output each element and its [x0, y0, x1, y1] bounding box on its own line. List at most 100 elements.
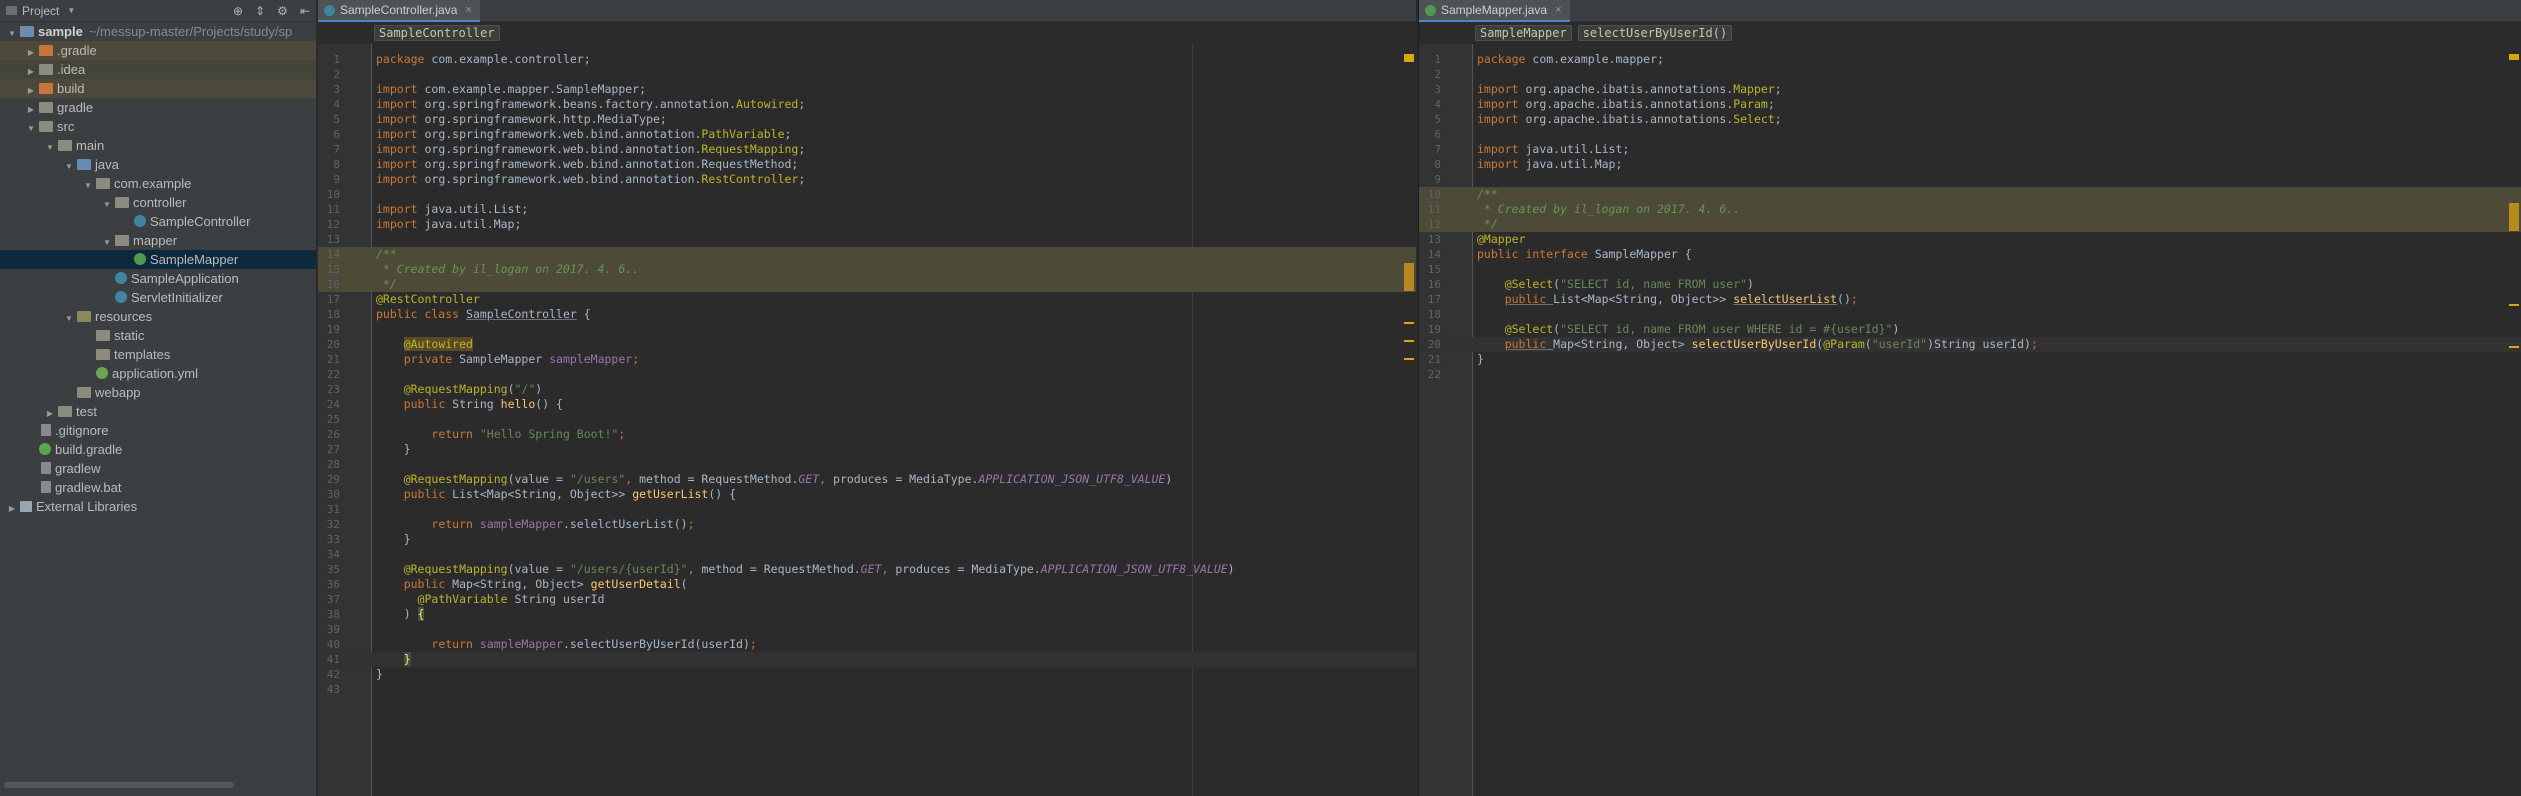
warning-marker[interactable] [1404, 340, 1414, 342]
code-line[interactable]: 23 @RequestMapping("/") [318, 382, 1416, 397]
code-editor[interactable]: 1 package com.example.mapper; 2 3 import org… [1419, 44, 2521, 796]
code-line[interactable]: 30 public List<Map<String, Object>> getU… [318, 487, 1416, 502]
code-line[interactable]: 11 * Created by il_logan on 2017. 4. 6.. [1419, 202, 2521, 217]
code-line[interactable]: 4 import org.apache.ibatis.annotations.Pa… [1419, 97, 2521, 112]
code-line[interactable]: 10 /** [1419, 187, 2521, 202]
tree-item[interactable]: SampleApplication [0, 269, 316, 288]
code-line[interactable]: 40 return sampleMapper.selectUserByUserI… [318, 637, 1416, 652]
code-line[interactable]: 17 @RestController [318, 292, 1416, 307]
chevron-down-icon[interactable]: ▼ [67, 6, 75, 15]
tree-item[interactable]: application.yml [0, 364, 316, 383]
scroll-from-source-icon[interactable]: ⊕ [233, 4, 243, 18]
tree-item[interactable]: ▼ controller [0, 193, 316, 212]
doc-marker[interactable] [2509, 203, 2519, 231]
tree-item[interactable]: ServletInitializer [0, 288, 316, 307]
tree-item[interactable]: static [0, 326, 316, 345]
tree-item[interactable]: ▶ .idea [0, 60, 316, 79]
code-line[interactable]: 5 import org.apache.ibatis.annotations.Se… [1419, 112, 2521, 127]
code-line[interactable]: 18 public class SampleController { [318, 307, 1416, 322]
code-line[interactable]: 8 import org.springframework.web.bind.ann… [318, 157, 1416, 172]
code-line[interactable]: 4 import org.springframework.beans.factor… [318, 97, 1416, 112]
code-line[interactable]: 11 import java.util.List; [318, 202, 1416, 217]
tree-item[interactable]: build.gradle [0, 440, 316, 459]
code-line[interactable]: 31 [318, 502, 1416, 517]
tree-item[interactable]: ▼ com.example [0, 174, 316, 193]
close-icon[interactable]: × [1555, 4, 1561, 16]
tree-item[interactable]: ▼ main [0, 136, 316, 155]
code-line[interactable]: 27 } [318, 442, 1416, 457]
code-line[interactable]: 29 @RequestMapping(value = "/users", met… [318, 472, 1416, 487]
tree-item[interactable]: ▶ .gradle [0, 41, 316, 60]
code-line[interactable]: 3 import com.example.mapper.SampleMapper; [318, 82, 1416, 97]
error-stripe[interactable] [2507, 44, 2521, 796]
warning-marker[interactable] [2509, 54, 2519, 60]
code-line[interactable]: 28 [318, 457, 1416, 472]
warning-marker[interactable] [1404, 358, 1414, 360]
code-line[interactable]: 6 [1419, 127, 2521, 142]
tree-item[interactable]: ▼ sample ~/messup-master/Projects/study/sp [0, 22, 316, 41]
tree-item[interactable]: gradlew.bat [0, 478, 316, 497]
code-line[interactable]: 12 import java.util.Map; [318, 217, 1416, 232]
code-line[interactable]: 15 [1419, 262, 2521, 277]
code-line[interactable]: 5 import org.springframework.http.MediaTy… [318, 112, 1416, 127]
code-line[interactable]: 19 @Select("SELECT id, name FROM user WH… [1419, 322, 2521, 337]
tree-item[interactable]: ▶ gradle [0, 98, 316, 117]
code-line[interactable]: 25 [318, 412, 1416, 427]
horizontal-scrollbar[interactable] [4, 782, 234, 788]
code-line[interactable]: 33 } [318, 532, 1416, 547]
chevron-right-icon[interactable]: ▶ [6, 499, 18, 518]
warning-marker[interactable] [1404, 322, 1414, 324]
code-line[interactable]: 2 [1419, 67, 2521, 82]
code-line[interactable]: 35 @RequestMapping(value = "/users/{user… [318, 562, 1416, 577]
code-line[interactable]: 36 public Map<String, Object> getUserDet… [318, 577, 1416, 592]
code-line[interactable]: 13 @Mapper [1419, 232, 2521, 247]
breadcrumb-item[interactable]: SampleController [374, 25, 500, 41]
close-icon[interactable]: × [465, 4, 471, 16]
tree-item[interactable]: ▼ mapper [0, 231, 316, 250]
tree-item[interactable]: ▼ java [0, 155, 316, 174]
tree-item[interactable]: gradlew [0, 459, 316, 478]
code-line[interactable]: 39 [318, 622, 1416, 637]
warning-marker[interactable] [2509, 346, 2519, 348]
tree-item[interactable]: ▶ External Libraries [0, 497, 316, 516]
project-panel-title[interactable]: Project [22, 4, 59, 18]
code-line[interactable]: 34 [318, 547, 1416, 562]
code-line[interactable]: 16 @Select("SELECT id, name FROM user") [1419, 277, 2521, 292]
code-line[interactable]: 37 @PathVariable String userId [318, 592, 1416, 607]
code-line[interactable]: 8 import java.util.Map; [1419, 157, 2521, 172]
code-line[interactable]: 24 public String hello() { [318, 397, 1416, 412]
code-line[interactable]: 38 ) { [318, 607, 1416, 622]
code-line[interactable]: 3 import org.apache.ibatis.annotations.Ma… [1419, 82, 2521, 97]
code-line[interactable]: 14 /** [318, 247, 1416, 262]
code-line[interactable]: 10 [318, 187, 1416, 202]
code-line[interactable]: 22 [318, 367, 1416, 382]
error-stripe[interactable] [1402, 44, 1416, 796]
gear-icon[interactable]: ⚙ [277, 4, 288, 18]
tree-item[interactable]: SampleController [0, 212, 316, 231]
code-line[interactable]: 9 import org.springframework.web.bind.ann… [318, 172, 1416, 187]
code-line[interactable]: 43 [318, 682, 1416, 697]
code-line[interactable]: 13 [318, 232, 1416, 247]
code-line[interactable]: 7 import java.util.List; [1419, 142, 2521, 157]
code-line[interactable]: 18 [1419, 307, 2521, 322]
tree-item[interactable]: webapp [0, 383, 316, 402]
code-line[interactable]: 42} [318, 667, 1416, 682]
code-line[interactable]: 41 } [318, 652, 1416, 667]
tree-item[interactable]: .gitignore [0, 421, 316, 440]
code-line[interactable]: 1 package com.example.mapper; [1419, 52, 2521, 67]
breadcrumb-item[interactable]: selectUserByUserId() [1577, 25, 1733, 41]
code-line[interactable]: 1 package com.example.controller; [318, 52, 1416, 67]
warning-marker[interactable] [1404, 54, 1414, 62]
code-line[interactable]: 20 public Map<String, Object> selectUser… [1419, 337, 2521, 352]
code-line[interactable]: 16 */ [318, 277, 1416, 292]
hide-panel-icon[interactable]: ⇤ [300, 4, 310, 18]
doc-marker[interactable] [1404, 263, 1414, 291]
warning-marker[interactable] [2509, 304, 2519, 306]
code-line[interactable]: 17 public List<Map<String, Object>> sele… [1419, 292, 2521, 307]
code-line[interactable]: 20 @Autowired [318, 337, 1416, 352]
code-line[interactable]: 15 * Created by il_logan on 2017. 4. 6.. [318, 262, 1416, 277]
code-line[interactable]: 7 import org.springframework.web.bind.ann… [318, 142, 1416, 157]
code-line[interactable]: 9 [1419, 172, 2521, 187]
code-line[interactable]: 12 */ [1419, 217, 2521, 232]
tree-item[interactable]: SampleMapper [0, 250, 316, 269]
